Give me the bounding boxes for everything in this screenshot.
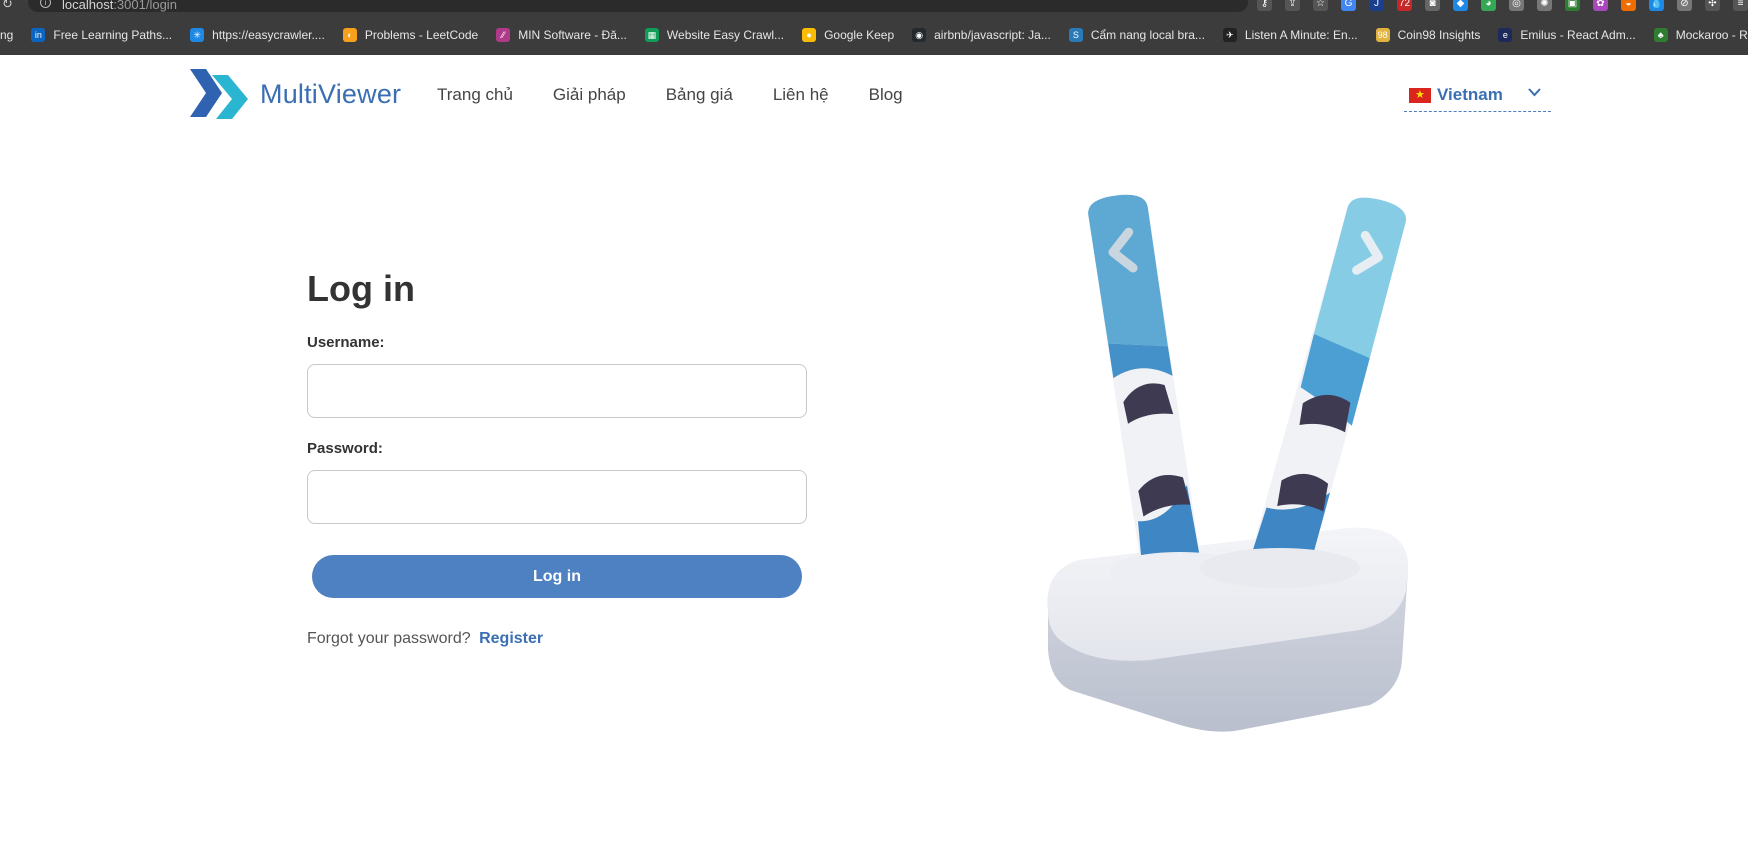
translate-icon[interactable]: G <box>1341 0 1356 11</box>
bookmark-item[interactable]: ⁄⁄ MIN Software - Đă... <box>496 27 627 42</box>
bookmark-item[interactable]: S Cẩm nang local bra... <box>1068 27 1205 42</box>
url-path: :3001/login <box>113 0 177 12</box>
camera-icon[interactable]: ◙ <box>1425 0 1440 11</box>
chevron-down-icon <box>1528 85 1541 100</box>
auth-links: Forgot your password? Register <box>307 630 543 648</box>
extension-color-icon[interactable]: ◕ <box>1481 0 1496 11</box>
nav-solutions[interactable]: Giải pháp <box>553 85 626 105</box>
brand-name: MultiViewer <box>260 78 402 109</box>
bookmark-favicon-icon: ♣ <box>1653 27 1668 42</box>
bookmarks-bar: ng in Free Learning Paths... ✳ https://easyc… <box>0 14 1748 55</box>
bookmark-item[interactable]: ✈ Listen A Minute: En... <box>1222 27 1358 42</box>
bookmark-item[interactable]: ◉ airbnb/javascript: Ja... <box>912 27 1051 42</box>
extensions-row: ⚷ ⇪ ☆ G J 72 ◙ ◆ ◕ ◎ ✺ ▣ ✿ ◒ 💧 ⊘ ✣ ≡ <box>1257 0 1748 11</box>
skis-illustration <box>1047 194 1409 732</box>
bookmark-item[interactable]: ✳ https://easycrawler.... <box>190 27 325 42</box>
bookmark-label: airbnb/javascript: Ja... <box>934 27 1051 42</box>
extension-green-icon[interactable]: ▣ <box>1565 0 1580 11</box>
bookmark-label: Mockaroo - Rando <box>1675 27 1748 42</box>
nav-pricing[interactable]: Bảng giá <box>666 85 733 105</box>
bookmark-favicon-icon: ▦ <box>644 27 659 42</box>
bookmark-item[interactable]: ♣ Mockaroo - Rando <box>1653 27 1748 42</box>
forgot-password-text: Forgot your password? <box>307 630 471 647</box>
bookmark-item[interactable]: e Emilus - React Adm... <box>1498 27 1636 42</box>
login-button[interactable]: Log in <box>312 555 802 598</box>
bookmark-item[interactable]: ▦ Website Easy Crawl... <box>644 27 785 42</box>
bookmark-label: Emilus - React Adm... <box>1520 27 1636 42</box>
logo[interactable]: MultiViewer <box>190 69 401 119</box>
password-input[interactable] <box>307 470 807 524</box>
username-label: Username: <box>307 334 385 351</box>
bookmark-favicon-icon: in <box>31 27 46 42</box>
puzzle-icon[interactable]: ✣ <box>1705 0 1720 11</box>
bookmark-label: Free Learning Paths... <box>53 27 173 42</box>
address-bar[interactable] <box>28 0 1248 12</box>
main-nav: Trang chủ Giải pháp Bảng giá Liên hệ Blo… <box>437 85 903 105</box>
palette-icon[interactable]: ✿ <box>1593 0 1608 11</box>
bookmark-item[interactable]: ● Google Keep <box>802 27 895 42</box>
reading-list-icon[interactable]: ≡ <box>1733 0 1748 11</box>
extension-badge-count: 72 <box>1398 0 1411 9</box>
nav-home[interactable]: Trang chủ <box>437 85 513 105</box>
bookmark-label: ng <box>0 27 14 42</box>
bookmark-item[interactable]: ◐ Problems - LeetCode <box>342 27 479 42</box>
star-icon[interactable]: ☆ <box>1313 0 1328 11</box>
key-icon[interactable]: ⚷ <box>1257 0 1272 11</box>
bookmark-label: Problems - LeetCode <box>364 27 479 42</box>
extension-badge-icon[interactable]: 72 <box>1397 0 1412 11</box>
bookmark-favicon-icon: ⁄⁄ <box>496 27 511 42</box>
compass-icon[interactable]: ⊘ <box>1677 0 1692 11</box>
multiviewer-logo-icon <box>190 69 248 119</box>
bookmark-label: Listen A Minute: En... <box>1244 27 1358 42</box>
bookmark-label: Cẩm nang local bra... <box>1090 27 1205 42</box>
target-icon[interactable]: ◎ <box>1509 0 1524 11</box>
bookmark-favicon-icon: e <box>1498 27 1513 42</box>
bookmark-label: Coin98 Insights <box>1397 27 1481 42</box>
password-label: Password: <box>307 440 383 457</box>
reload-icon[interactable]: ↻ <box>2 0 13 12</box>
username-input[interactable] <box>307 364 807 418</box>
bookmark-item[interactable]: 98 Coin98 Insights <box>1375 27 1481 42</box>
bookmark-item[interactable]: in Free Learning Paths... <box>31 27 173 42</box>
nav-blog[interactable]: Blog <box>869 85 903 105</box>
bookmark-label: Website Easy Crawl... <box>666 27 785 42</box>
bookmark-favicon-icon: ● <box>802 27 817 42</box>
bookmark-favicon-icon: ◐ <box>342 27 357 42</box>
address-text[interactable]: localhost:3001/login <box>62 0 177 12</box>
site-header: MultiViewer Trang chủ Giải pháp Bảng giá… <box>0 55 1748 135</box>
register-link[interactable]: Register <box>479 630 543 647</box>
bookmark-item[interactable]: ng <box>0 28 13 42</box>
bookmark-label: MIN Software - Đă... <box>518 27 627 42</box>
browser-url-bar: ↻ i localhost:3001/login ⚷ ⇪ ☆ G J 72 ◙ … <box>0 0 1748 14</box>
extension-orange-icon[interactable]: ◒ <box>1621 0 1636 11</box>
share-icon[interactable]: ⇪ <box>1285 0 1300 11</box>
drop-icon[interactable]: 💧 <box>1649 0 1664 11</box>
bookmark-favicon-icon: ◉ <box>912 27 927 42</box>
page-title: Log in <box>307 268 415 309</box>
dropbox-icon[interactable]: ◆ <box>1453 0 1468 11</box>
bookmark-label: https://easycrawler.... <box>212 27 325 42</box>
vietnam-flag-icon: ★ <box>1409 87 1431 103</box>
bookmark-favicon-icon: S <box>1068 27 1083 42</box>
language-label: Vietnam <box>1437 85 1503 104</box>
extension-j-icon[interactable]: J <box>1369 0 1384 11</box>
nav-contact[interactable]: Liên hệ <box>773 85 829 105</box>
bookmark-label: Google Keep <box>824 27 895 42</box>
settings-icon[interactable]: ✺ <box>1537 0 1552 11</box>
bookmark-favicon-icon: ✈ <box>1222 27 1237 42</box>
login-form: Log in Username: Password: Log in Forgot… <box>307 268 807 647</box>
language-select[interactable]: ★ Vietnam <box>1404 79 1551 112</box>
bookmark-favicon-icon: 98 <box>1375 27 1390 42</box>
bookmark-favicon-icon: ✳ <box>190 27 205 42</box>
url-host: localhost <box>62 0 114 12</box>
